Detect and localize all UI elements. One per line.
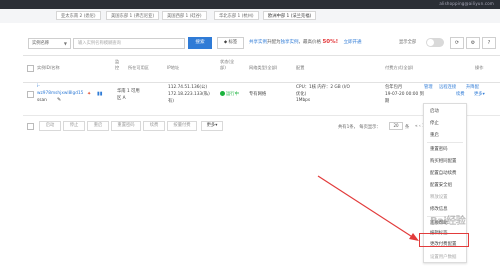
tab-region-silicon-valley[interactable]: 美国西部 1 (硅谷): [162, 11, 207, 20]
instance-name: ssan: [37, 98, 47, 103]
gear-icon: ⚙: [470, 40, 476, 46]
col-ip: IP地址: [167, 65, 180, 70]
promo-exclusive: 独享实例: [280, 40, 299, 45]
toggle-knob: [427, 39, 434, 46]
select-value: 实例名称: [32, 41, 50, 46]
action-upgrade-link[interactable]: 升降配: [466, 84, 479, 90]
promo-shared: 共享实例: [249, 40, 267, 45]
arrow-line: [317, 175, 415, 239]
config-line2: 优化): [296, 92, 307, 97]
status-badge: 运行中: [220, 91, 239, 97]
col-instance-id[interactable]: 实例ID/名称: [37, 65, 60, 71]
tag-filter-button[interactable]: ◆ 标签: [217, 37, 244, 49]
zone-line2: 区 A: [117, 96, 126, 101]
tab-region-frankfurt[interactable]: 欧洲中部 1 (法兰克福): [263, 11, 317, 20]
select-all-checkbox[interactable]: [27, 65, 34, 72]
top-nav-bar: alishopping@ailiyun.com: [0, 0, 500, 9]
action-manage-link[interactable]: 管理: [424, 84, 433, 90]
promo-banner: 共享实例升配为独享实例，最高价格 50%! 立即开通: [249, 39, 362, 45]
row-checkbox[interactable]: [27, 91, 34, 98]
config-line1: CPU：1核 内存：2 GB (I/O: [296, 85, 350, 90]
batch-more-label: 更多: [206, 123, 216, 128]
action-remote-link[interactable]: 远程连接: [439, 84, 456, 90]
menu-item-security-group[interactable]: 配置安全组: [430, 182, 452, 188]
zone-line1: 华南 1 可用: [117, 89, 140, 94]
ip-public: 112.74.51.136(公): [168, 85, 208, 90]
edit-icon[interactable]: ✎: [57, 97, 61, 103]
tab-region-virginia[interactable]: 美国东部 1 (弗吉尼亚): [106, 11, 160, 20]
help-icon: ?: [487, 40, 491, 46]
promo-discount: 50%!: [322, 39, 339, 45]
batch-renew-button[interactable]: 续费: [143, 121, 165, 131]
running-icon: [220, 91, 225, 96]
batch-more-button[interactable]: 更多▾: [201, 121, 223, 131]
batch-pay-as-you-go-button[interactable]: 按量付费: [167, 121, 197, 131]
show-all-toggle[interactable]: [426, 38, 444, 47]
billing-expiry: 19-07-20 00:00 到: [385, 92, 424, 97]
arrow-head: [409, 233, 419, 241]
menu-divider: [427, 142, 463, 143]
bottom-select-all-checkbox[interactable]: [27, 123, 34, 130]
page-size-select[interactable]: 20: [389, 122, 403, 130]
promo-mid: 升配为: [267, 40, 281, 45]
col-actions: 操作: [475, 65, 484, 70]
col-billing[interactable]: 付费方式(全部): [385, 65, 413, 71]
refresh-icon: ⟳: [454, 40, 460, 46]
chevron-down-icon: ▾: [482, 92, 485, 97]
config-bandwidth: 1Mbps: [296, 98, 311, 103]
ip-note: 有): [168, 99, 174, 104]
billing-expiry-suffix: 期: [385, 99, 390, 104]
refresh-button[interactable]: ⟳: [450, 37, 464, 49]
status-text: 运行中: [226, 92, 239, 97]
tag-icon: ◆: [223, 40, 228, 45]
col-network[interactable]: 网络类型(全部): [249, 65, 277, 71]
menu-item-user-data[interactable]: 设置用户数据: [430, 254, 456, 260]
pager-total: 共有1条， 每页显示：: [338, 125, 381, 130]
watermark: Bai经验: [430, 216, 466, 227]
col-config: 配置: [296, 65, 305, 70]
menu-item-release-settings[interactable]: 释放设置: [430, 194, 448, 200]
help-button[interactable]: ?: [482, 37, 496, 49]
batch-start-button[interactable]: 启动: [39, 121, 61, 131]
tab-region-hangzhou[interactable]: 华北东部 1 (杭州): [214, 11, 259, 20]
search-field-select[interactable]: 实例名称 ▼: [28, 38, 71, 49]
action-renew-link[interactable]: 续费: [456, 91, 465, 97]
col-zone: 所在可用区: [128, 65, 149, 70]
billing-type: 包年包月: [385, 85, 403, 90]
highlight-box: [419, 233, 469, 247]
account-label[interactable]: alishopping@ailiyun.com: [439, 1, 494, 6]
network-type: 专有网络: [249, 92, 267, 97]
batch-restart-button[interactable]: 重启: [87, 121, 109, 131]
menu-item-auto-renew[interactable]: 配置自动续费: [430, 170, 456, 176]
instance-type-icon: ✦: [87, 91, 92, 97]
chevron-down-icon: ▼: [63, 41, 67, 46]
tag-label: 标签: [228, 40, 238, 45]
promo-link[interactable]: 立即开通: [344, 40, 362, 45]
col-status[interactable]: 状态(全部): [220, 59, 240, 71]
instance-id[interactable]: wz978mshjxwl8lgd15: [37, 91, 83, 96]
menu-item-buy-same-config[interactable]: 购买相同配置: [430, 158, 456, 164]
search-button[interactable]: 搜索: [188, 37, 212, 49]
search-input[interactable]: 输入实例名称模糊查询: [73, 38, 185, 49]
chevron-down-icon: ▾: [215, 123, 218, 128]
tab-region-sydney[interactable]: 亚太东南 2 (悉尼): [56, 11, 101, 20]
menu-item-restart[interactable]: 重启: [430, 132, 439, 138]
action-more-link[interactable]: 更多▾: [474, 91, 485, 97]
menu-item-stop[interactable]: 停止: [430, 120, 439, 126]
menu-item-reset-password[interactable]: 重置密码: [430, 146, 448, 152]
more-label: 更多: [474, 92, 483, 97]
batch-reset-password-button[interactable]: 重置密码: [111, 121, 141, 131]
monitor-chart-icon[interactable]: ▮▮: [97, 91, 103, 97]
table-header: 实例ID/名称 监控 所在可用区 IP地址 状态(全部) 网络类型(全部) 配置…: [23, 55, 500, 83]
col-monitor: 监控: [115, 59, 120, 70]
instance-id-prefix[interactable]: i-: [37, 84, 40, 89]
settings-button[interactable]: ⚙: [466, 37, 480, 49]
page-size-unit: 条: [405, 125, 410, 130]
menu-item-start[interactable]: 启动: [430, 108, 439, 114]
promo-suffix: ，最高价格: [298, 40, 322, 45]
ip-private: 172.18.223.133(私): [168, 92, 210, 97]
region-tab-bar: 亚太东南 2 (悉尼) 美国东部 1 (弗吉尼亚) 美国西部 1 (硅谷) 华北…: [0, 9, 500, 24]
batch-stop-button[interactable]: 停止: [63, 121, 85, 131]
show-all-label: 显示全部: [399, 40, 417, 45]
